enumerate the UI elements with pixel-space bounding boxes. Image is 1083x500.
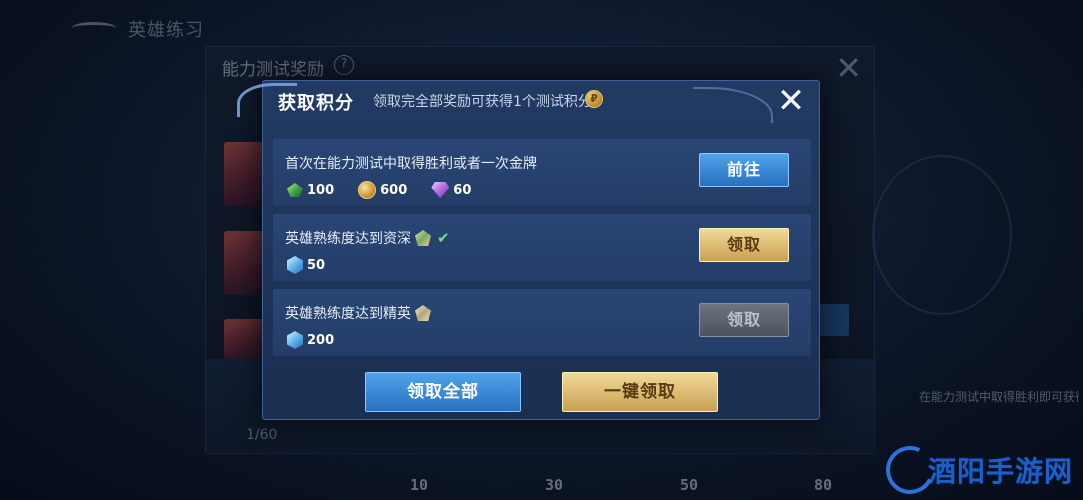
get-points-modal: 获取积分 领取完全部奖励可获得1个测试积分 ₽ ✕ 首次在能力测试中取得胜利或者… (237, 80, 820, 420)
diamond-icon (431, 182, 450, 198)
watermark-text: 酒阳手游网 (927, 455, 1073, 488)
task-description: 英雄熟练度达到精英 (285, 306, 411, 322)
task-row: 首次在能力测试中取得胜利或者一次金牌 100 600 60 前往 (273, 139, 811, 206)
background-panel-title: 能力测试奖励 (222, 60, 324, 80)
reward-item: 200 (287, 331, 334, 349)
reward-item: 50 (287, 256, 325, 274)
milestone-label: 50 (680, 476, 699, 494)
background-close-icon: ✕ (835, 49, 862, 87)
emerald-icon (287, 183, 303, 197)
reward-value: 600 (380, 182, 408, 198)
modal-title: 获取积分 (278, 93, 354, 114)
senior-rank-icon (415, 230, 431, 246)
elite-rank-icon (415, 305, 431, 321)
watermark-logo-icon (879, 439, 941, 500)
crystal-icon (287, 331, 303, 349)
help-icon: ? (334, 55, 354, 75)
task-row: 英雄熟练度达到精英 200 领取 (273, 289, 811, 356)
modal-header: 获取积分 领取完全部奖励可获得1个测试积分 ₽ ✕ (237, 81, 819, 127)
crystal-icon (287, 256, 303, 274)
watermark: 酒阳手游网 (879, 439, 1073, 500)
claim-all-button[interactable]: 领取全部 (365, 372, 521, 412)
reward-value: 200 (307, 332, 335, 348)
reward-item: 60 (431, 182, 471, 198)
claim-button[interactable]: 领取 (699, 228, 789, 262)
task-description: 英雄熟练度达到资深 (285, 231, 411, 247)
one-click-claim-button[interactable]: 一键领取 (562, 372, 718, 412)
task-description-wrap: 英雄熟练度达到资深 ✔ (285, 228, 450, 248)
cloud-decoration-icon (693, 87, 773, 123)
milestone-label: 10 (410, 476, 429, 494)
close-icon[interactable]: ✕ (773, 83, 809, 119)
reward-item: 600 (358, 181, 407, 199)
modal-subtitle: 领取完全部奖励可获得1个测试积分 (373, 94, 592, 110)
reward-list: 50 (287, 256, 349, 274)
task-list: 首次在能力测试中取得胜利或者一次金牌 100 600 60 前往 英雄熟练度达到… (273, 139, 811, 364)
claim-button-disabled[interactable]: 领取 (699, 303, 789, 337)
background-button (815, 304, 849, 336)
reward-value: 60 (453, 182, 472, 198)
go-button[interactable]: 前往 (699, 153, 789, 187)
task-description: 首次在能力测试中取得胜利或者一次金牌 (285, 156, 537, 172)
reward-list: 200 (287, 331, 358, 349)
task-description-wrap: 英雄熟练度达到精英 (285, 303, 431, 323)
check-icon: ✔ (437, 229, 450, 247)
reward-value: 50 (307, 257, 326, 273)
reward-item: 100 (287, 183, 334, 198)
background-hero-ring (872, 155, 1012, 315)
milestone-label: 80 (814, 476, 833, 494)
back-swoosh-icon (72, 22, 116, 34)
reward-value: 100 (307, 182, 335, 198)
task-row: 英雄熟练度达到资深 ✔ 50 领取 (273, 214, 811, 281)
background-topbar-title: 英雄练习 (128, 20, 204, 41)
milestone-label: 30 (545, 476, 564, 494)
background-progress-label: 1/60 (246, 427, 278, 443)
coin-icon: ₽ (585, 90, 603, 108)
reward-list: 100 600 60 (287, 181, 495, 199)
background-side-text: 在能力测试中取得胜利即可获得积分 (919, 390, 1079, 404)
gold-coin-icon (358, 181, 377, 199)
